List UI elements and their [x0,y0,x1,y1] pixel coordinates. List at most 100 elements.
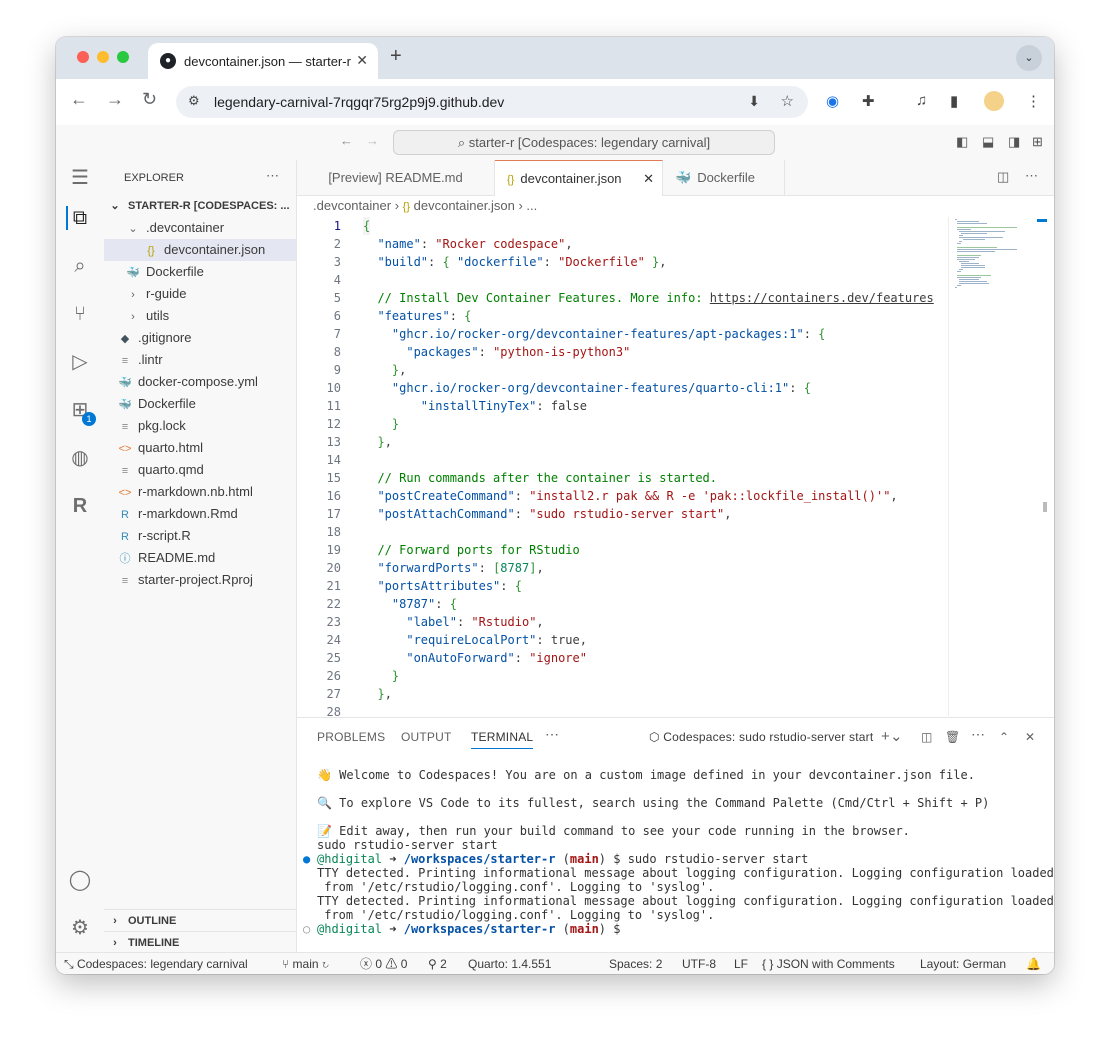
tab-search-button[interactable]: ⌄ [1016,45,1042,71]
explorer-more-icon[interactable]: ⋯ [266,168,279,184]
reload-icon[interactable]: ↻ [142,89,157,110]
tree-item[interactable]: <> r-markdown.nb.html [104,481,296,503]
split-terminal-icon[interactable]: ◫ [921,730,933,744]
tab-terminal[interactable]: TERMINAL [471,730,534,749]
github-icon[interactable]: ◍ [68,446,92,470]
address-bar[interactable]: ⚙ legendary-carnival-7rqgqr75rg2p9j9.git… [176,86,808,118]
code-line[interactable]: { [363,217,371,235]
nav-back-icon[interactable]: ← [340,133,353,148]
branch-indicator[interactable]: ⑂ main ↻ [282,953,329,974]
outline-section[interactable]: › OUTLINE [104,909,296,932]
terminal-instance[interactable]: ⬡ Codespaces: sudo rstudio-server start [649,730,873,744]
quarto-version[interactable]: Quarto: 1.4.551 [468,953,551,974]
editor-scrollbar-thumb[interactable] [1043,502,1047,512]
maximize-panel-icon[interactable]: ⌃ [999,730,1009,744]
explorer-root-folder[interactable]: ⌄ STARTER-R [CODESPACES: ... [104,195,296,217]
extensions-puzzle-icon[interactable]: ✚ [862,92,875,110]
tree-item[interactable]: › r-guide [104,283,296,305]
code-line[interactable]: "portsAttributes": { [363,577,522,595]
customize-layout-icon[interactable]: ⊞ [1032,134,1043,150]
tree-item[interactable]: 🐳 Dockerfile [104,393,296,415]
keyboard-layout[interactable]: Layout: German [920,953,1006,974]
code-line[interactable]: "ghcr.io/rocker-org/devcontainer-feature… [363,379,811,397]
tree-item[interactable]: Rr-markdown.Rmd [104,503,296,525]
tree-item[interactable]: › utils [104,305,296,327]
problems-indicator[interactable]: ⓧ 0 ⚠ 0 [360,953,407,974]
close-window-button[interactable] [77,51,89,63]
tab-problems[interactable]: PROBLEMS [317,730,385,744]
code-line[interactable]: "requireLocalPort": true, [363,631,587,649]
tree-item[interactable]: 🐳 Dockerfile [104,261,296,283]
tree-item[interactable]: ⌄ .devcontainer [104,217,296,239]
editor-more-icon[interactable]: ⋯ [1025,168,1038,184]
tree-item[interactable]: Rr-script.R [104,525,296,547]
media-control-icon[interactable]: ♫ [916,92,927,109]
ports-indicator[interactable]: ⚲ 2 [428,953,447,974]
minimize-window-button[interactable] [97,51,109,63]
code-line[interactable]: "8787": { [363,595,457,613]
tree-item[interactable]: {} devcontainer.json [104,239,296,261]
timeline-section[interactable]: › TIMELINE [104,931,296,954]
r-language-icon[interactable]: R [68,494,92,518]
install-app-icon[interactable]: ⬇ [748,93,760,110]
panel-more-icon[interactable]: ⋯ [545,726,559,743]
site-info-icon[interactable]: ⚙ [188,93,200,109]
nav-forward-icon[interactable]: → [366,133,379,148]
breadcrumb-folder[interactable]: .devcontainer [313,198,391,213]
code-line[interactable]: }, [363,685,391,703]
code-line[interactable]: // Run commands after the container is s… [363,469,717,487]
code-line[interactable]: "postCreateCommand": "install2.r pak && … [363,487,897,505]
command-center[interactable]: ⌕ starter-r [Codespaces: legendary carni… [393,130,775,155]
bookmark-star-icon[interactable]: ☆ [781,92,794,110]
code-line[interactable]: "build": { "dockerfile": "Dockerfile" }, [363,253,666,271]
side-panel-icon[interactable]: ▮ [950,92,958,110]
language-mode[interactable]: { } JSON with Comments [762,953,895,974]
tab-devcontainer-json[interactable]: {} devcontainer.json ✕ [495,160,663,196]
tree-item[interactable]: ≡ quarto.qmd [104,459,296,481]
code-line[interactable]: "forwardPorts": [8787], [363,559,543,577]
accounts-icon[interactable]: ◯ [68,868,92,892]
code-line[interactable]: "name": "Rocker codespace", [363,235,572,253]
encoding-indicator[interactable]: UTF-8 [682,953,716,974]
menu-icon[interactable]: ☰ [68,166,92,190]
code-line[interactable]: "ghcr.io/rocker-org/devcontainer-feature… [363,325,826,343]
search-icon[interactable]: ⌕ [68,254,92,278]
close-panel-icon[interactable]: ✕ [1025,730,1035,744]
terminal-more-icon[interactable]: ⋯ [971,726,985,743]
maximize-window-button[interactable] [117,51,129,63]
notifications-bell-icon[interactable]: 🔔 [1026,953,1041,974]
new-tab-button[interactable]: + [390,45,402,68]
split-editor-icon[interactable]: ◫ [997,169,1009,185]
back-icon[interactable]: ← [70,89,88,110]
tab-output[interactable]: OUTPUT [401,730,452,744]
code-line[interactable]: "packages": "python-is-python3" [363,343,630,361]
code-line[interactable]: "onAutoForward": "ignore" [363,649,587,667]
tree-item[interactable]: ◆ .gitignore [104,327,296,349]
kill-terminal-icon[interactable]: 🗑 [945,730,960,744]
toggle-secondary-sidebar-icon[interactable]: ◨ [1008,134,1020,150]
tree-item[interactable]: ⓘ README.md [104,547,296,569]
toggle-panel-icon[interactable]: ⬓ [982,134,994,150]
code-line[interactable]: }, [363,361,406,379]
browser-menu-icon[interactable]: ⋮ [1026,92,1041,110]
tree-item[interactable]: 🐳 docker-compose.yml [104,371,296,393]
breadcrumb-file[interactable]: devcontainer.json [414,198,515,213]
code-line[interactable]: } [363,667,399,685]
new-terminal-icon[interactable]: +⌄ [881,727,903,745]
forward-icon[interactable]: → [106,89,124,110]
tab-readme-preview[interactable]: [Preview] README.md [297,160,495,195]
toggle-sidebar-icon[interactable]: ◧ [956,134,968,150]
settings-gear-icon[interactable]: ⚙ [68,916,92,940]
code-line[interactable]: "label": "Rstudio", [363,613,543,631]
indentation-indicator[interactable]: Spaces: 2 [609,953,662,974]
tab-dockerfile[interactable]: 🐳 Dockerfile [663,160,785,195]
code-line[interactable]: } [363,415,399,433]
tree-item[interactable]: ≡ pkg.lock [104,415,296,437]
code-line[interactable]: "features": { [363,307,471,325]
breadcrumb-symbol[interactable]: ... [526,198,537,213]
remote-indicator[interactable]: ⤡ Codespaces: legendary carnival [56,953,256,974]
code-line[interactable]: "postAttachCommand": "sudo rstudio-serve… [363,505,731,523]
tree-item[interactable]: <> quarto.html [104,437,296,459]
profile-avatar[interactable] [984,91,1004,111]
browser-tab[interactable]: ● devcontainer.json — starter-r ✕ [148,43,378,79]
